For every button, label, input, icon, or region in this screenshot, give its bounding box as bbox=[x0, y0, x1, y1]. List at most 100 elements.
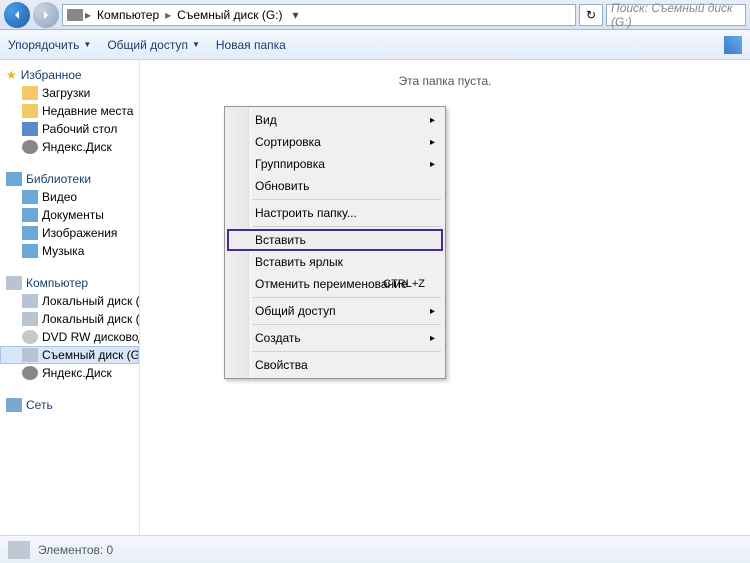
chevron-down-icon: ▼ bbox=[192, 40, 200, 49]
video-icon bbox=[22, 190, 38, 204]
status-bar: Элементов: 0 bbox=[0, 535, 750, 563]
ctx-paste[interactable]: Вставить bbox=[227, 229, 443, 251]
ctx-share[interactable]: Общий доступ▸ bbox=[227, 300, 443, 322]
chevron-right-icon: ▸ bbox=[430, 333, 435, 344]
sidebar-label: Сеть bbox=[26, 398, 53, 412]
drive-icon bbox=[22, 294, 38, 308]
sidebar-label: Локальный диск (C:) bbox=[42, 294, 139, 308]
sidebar-label: Избранное bbox=[21, 68, 82, 82]
ctx-label: Вид bbox=[255, 113, 277, 127]
sidebar-item-yandex-drive[interactable]: Яндекс.Диск bbox=[0, 364, 139, 382]
sidebar-item-drive-d[interactable]: Локальный диск (D:) bbox=[0, 310, 139, 328]
sidebar-item-desktop[interactable]: Рабочий стол bbox=[0, 120, 139, 138]
ctx-label: Настроить папку... bbox=[255, 206, 357, 220]
ctx-properties[interactable]: Свойства bbox=[227, 354, 443, 376]
chevron-right-icon: ▸ bbox=[85, 8, 91, 22]
sidebar-label: Загрузки bbox=[42, 86, 90, 100]
library-icon bbox=[6, 172, 22, 186]
navigation-pane: ★Избранное Загрузки Недавние места Рабоч… bbox=[0, 60, 140, 535]
sidebar-item-music[interactable]: Музыка bbox=[0, 242, 139, 260]
status-elements-count: Элементов: 0 bbox=[38, 543, 113, 557]
ctx-customize[interactable]: Настроить папку... bbox=[227, 202, 443, 224]
sidebar-header-computer[interactable]: Компьютер bbox=[0, 274, 139, 292]
breadcrumb-drive[interactable]: Съемный диск (G:) bbox=[173, 8, 286, 22]
network-icon bbox=[6, 398, 22, 412]
search-input[interactable]: Поиск: Съемный диск (G:) bbox=[606, 4, 746, 26]
yandex-icon bbox=[22, 366, 38, 380]
sidebar-header-favorites[interactable]: ★Избранное bbox=[0, 66, 139, 84]
organize-label: Упорядочить bbox=[8, 38, 79, 52]
ctx-label: Обновить bbox=[255, 179, 309, 193]
ctx-paste-shortcut[interactable]: Вставить ярлык bbox=[227, 251, 443, 273]
share-menu[interactable]: Общий доступ ▼ bbox=[107, 38, 200, 52]
back-button[interactable] bbox=[4, 2, 30, 28]
sidebar-group-libraries: Библиотеки Видео Документы Изображения М… bbox=[0, 170, 139, 260]
ctx-label: Группировка bbox=[255, 157, 325, 171]
empty-folder-message: Эта папка пуста. bbox=[140, 74, 750, 88]
ctx-new[interactable]: Создать ▸ bbox=[227, 327, 443, 349]
drive-icon bbox=[22, 348, 38, 362]
sidebar-header-network[interactable]: Сеть bbox=[0, 396, 139, 414]
yandex-icon bbox=[22, 140, 38, 154]
computer-icon bbox=[6, 276, 22, 290]
breadcrumb[interactable]: ▸ Компьютер ▸ Съемный диск (G:) ▾ bbox=[62, 4, 576, 26]
folder-icon bbox=[22, 86, 38, 100]
ctx-refresh[interactable]: Обновить bbox=[227, 175, 443, 197]
pictures-icon bbox=[22, 226, 38, 240]
documents-icon bbox=[22, 208, 38, 222]
sidebar-header-libraries[interactable]: Библиотеки bbox=[0, 170, 139, 188]
drive-icon bbox=[67, 9, 83, 21]
view-options-button[interactable] bbox=[724, 36, 742, 54]
forward-button[interactable] bbox=[33, 2, 59, 28]
breadcrumb-dropdown[interactable]: ▾ bbox=[289, 8, 303, 22]
toolbar: Упорядочить ▼ Общий доступ ▼ Новая папка bbox=[0, 30, 750, 60]
separator bbox=[253, 226, 441, 227]
sidebar-label: Видео bbox=[42, 190, 77, 204]
ctx-label: Сортировка bbox=[255, 135, 321, 149]
ctx-view[interactable]: Вид ▸ bbox=[227, 109, 443, 131]
new-folder-button[interactable]: Новая папка bbox=[216, 38, 286, 52]
sidebar-item-recent[interactable]: Недавние места bbox=[0, 102, 139, 120]
ctx-group[interactable]: Группировка ▸ bbox=[227, 153, 443, 175]
separator bbox=[253, 297, 441, 298]
disc-icon bbox=[22, 330, 38, 344]
sidebar-group-computer: Компьютер Локальный диск (C:) Локальный … bbox=[0, 274, 139, 382]
folder-icon bbox=[22, 104, 38, 118]
sidebar-label: Съемный диск (G:) bbox=[42, 348, 139, 362]
chevron-right-icon: ▸ bbox=[430, 137, 435, 148]
ctx-undo-rename[interactable]: Отменить переименованиеCTRL+Z bbox=[227, 273, 443, 295]
share-label: Общий доступ bbox=[107, 38, 188, 52]
drive-icon bbox=[8, 541, 30, 559]
sidebar-item-downloads[interactable]: Загрузки bbox=[0, 84, 139, 102]
sidebar-item-pictures[interactable]: Изображения bbox=[0, 224, 139, 242]
refresh-icon: ↻ bbox=[586, 8, 596, 22]
chevron-right-icon: ▸ bbox=[430, 159, 435, 170]
sidebar-label: Рабочий стол bbox=[42, 122, 117, 136]
chevron-right-icon: ▸ bbox=[430, 115, 435, 126]
desktop-icon bbox=[22, 122, 38, 136]
sidebar-item-dvd[interactable]: DVD RW дисковод ( bbox=[0, 328, 139, 346]
context-menu: Вид ▸ Сортировка ▸ Группировка ▸ Обновить Н… bbox=[224, 106, 446, 379]
chevron-down-icon: ▼ bbox=[83, 40, 91, 49]
sidebar-item-documents[interactable]: Документы bbox=[0, 206, 139, 224]
separator bbox=[253, 351, 441, 352]
address-bar: ▸ Компьютер ▸ Съемный диск (G:) ▾ ↻ Поис… bbox=[0, 0, 750, 30]
sidebar-label: Музыка bbox=[42, 244, 84, 258]
chevron-right-icon: ▸ bbox=[165, 8, 171, 22]
organize-menu[interactable]: Упорядочить ▼ bbox=[8, 38, 91, 52]
search-placeholder: Поиск: Съемный диск (G:) bbox=[611, 1, 741, 29]
newfolder-label: Новая папка bbox=[216, 38, 286, 52]
sidebar-item-video[interactable]: Видео bbox=[0, 188, 139, 206]
breadcrumb-computer[interactable]: Компьютер bbox=[93, 8, 163, 22]
refresh-button[interactable]: ↻ bbox=[579, 4, 603, 26]
ctx-label: Создать bbox=[255, 331, 301, 345]
drive-icon bbox=[22, 312, 38, 326]
ctx-label: Общий доступ bbox=[255, 304, 336, 318]
sidebar-label: Недавние места bbox=[42, 104, 133, 118]
ctx-shortcut: CTRL+Z bbox=[383, 278, 425, 290]
sidebar-group-network: Сеть bbox=[0, 396, 139, 414]
sidebar-item-removable-g[interactable]: Съемный диск (G:) bbox=[0, 346, 139, 364]
ctx-sort[interactable]: Сортировка ▸ bbox=[227, 131, 443, 153]
sidebar-item-drive-c[interactable]: Локальный диск (C:) bbox=[0, 292, 139, 310]
sidebar-item-yandex[interactable]: Яндекс.Диск bbox=[0, 138, 139, 156]
